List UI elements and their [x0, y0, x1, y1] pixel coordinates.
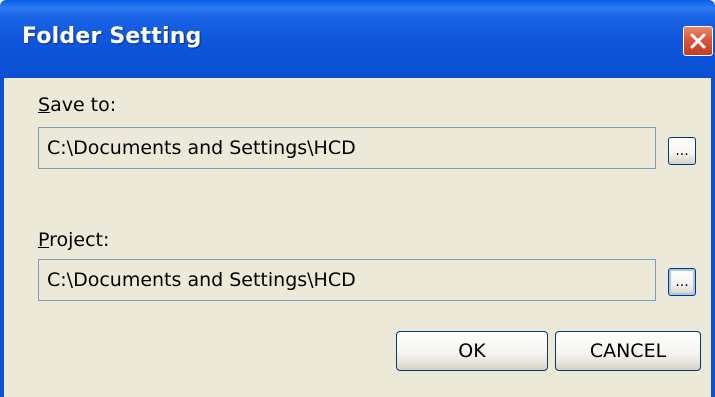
- close-icon: [690, 33, 706, 49]
- save-to-label: Save to:: [38, 94, 116, 116]
- save-to-label-text: ave to:: [50, 94, 117, 116]
- project-label-text: roject:: [49, 229, 110, 251]
- save-to-browse-label: ...: [675, 143, 689, 159]
- cancel-button[interactable]: CANCEL: [555, 331, 701, 371]
- ok-button[interactable]: OK: [396, 331, 548, 371]
- title-bar[interactable]: Folder Setting: [0, 0, 715, 78]
- project-browse-label: ...: [675, 274, 689, 290]
- project-browse-button[interactable]: ...: [668, 268, 696, 296]
- project-label: Project:: [38, 229, 109, 251]
- save-to-browse-button[interactable]: ...: [668, 137, 696, 165]
- folder-setting-dialog: Folder Setting Save to: C:\Documents and…: [0, 0, 715, 397]
- dialog-title: Folder Setting: [22, 24, 202, 49]
- project-path-field[interactable]: C:\Documents and Settings\HCD: [38, 259, 656, 301]
- close-button[interactable]: [683, 26, 713, 56]
- project-label-mnemonic: P: [38, 229, 50, 251]
- save-to-label-mnemonic: S: [38, 94, 51, 116]
- save-to-path-field[interactable]: C:\Documents and Settings\HCD: [38, 127, 656, 169]
- dialog-body: Save to: C:\Documents and Settings\HCD .…: [0, 78, 715, 397]
